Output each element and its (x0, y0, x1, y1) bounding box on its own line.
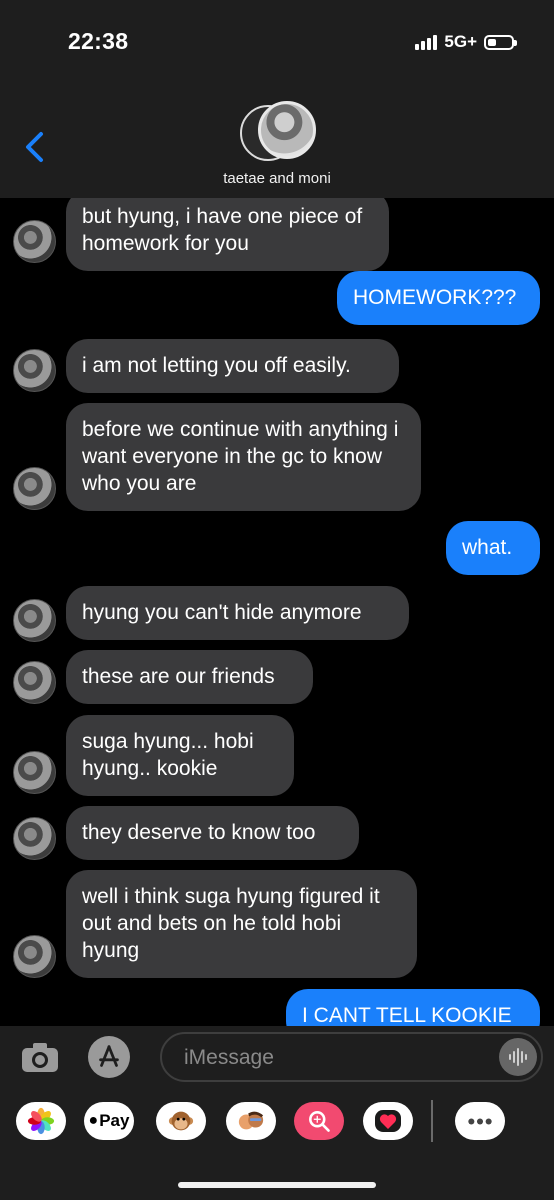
member-avatar (258, 101, 316, 159)
sender-avatar (13, 935, 56, 978)
photos-icon[interactable] (16, 1102, 66, 1140)
monkey-memoji-icon[interactable] (156, 1102, 206, 1140)
group-name[interactable]: taetae and moni (0, 170, 554, 187)
status-indicators: 5G+ (415, 32, 517, 52)
home-indicator[interactable] (178, 1182, 376, 1188)
incoming-message[interactable]: they deserve to know too (66, 806, 359, 860)
outgoing-message[interactable]: HOMEWORK??? (337, 271, 540, 325)
conversation-header: 22:38 5G+ taetae and moni (0, 0, 554, 198)
memoji-stickers-icon[interactable] (226, 1102, 276, 1140)
incoming-message[interactable]: suga hyung... hobi hyung.. kookie (66, 715, 294, 796)
sender-avatar (13, 220, 56, 263)
back-chevron-icon[interactable] (20, 128, 50, 166)
more-apps-icon[interactable] (455, 1102, 505, 1140)
sender-avatar (13, 599, 56, 642)
image-search-icon[interactable] (294, 1102, 344, 1140)
signal-icon (415, 34, 438, 50)
incoming-message[interactable]: well i think suga hyung figured it out a… (66, 870, 417, 978)
message-input[interactable]: iMessage (160, 1032, 543, 1082)
digital-touch-heart-icon[interactable] (363, 1102, 413, 1140)
sender-avatar (13, 467, 56, 510)
outgoing-message[interactable]: what. (446, 521, 540, 575)
sender-avatar (13, 661, 56, 704)
status-time: 22:38 (68, 28, 129, 54)
message-input-placeholder: iMessage (184, 1046, 274, 1069)
camera-icon[interactable] (20, 1040, 60, 1074)
incoming-message[interactable]: i am not letting you off easily. (66, 339, 399, 393)
network-type: 5G+ (444, 32, 477, 51)
incoming-message[interactable]: before we continue with anything i want … (66, 403, 421, 511)
app-store-icon[interactable] (88, 1036, 130, 1078)
sender-avatar (13, 817, 56, 860)
sender-avatar (13, 349, 56, 392)
sender-avatar (13, 751, 56, 794)
app-drawer: ● Pay (0, 1092, 554, 1200)
drawer-divider (431, 1100, 433, 1142)
apple-pay-icon[interactable]: ● Pay (84, 1102, 134, 1140)
incoming-message[interactable]: these are our friends (66, 650, 313, 704)
group-avatar[interactable] (240, 101, 316, 163)
battery-icon (484, 34, 517, 50)
message-list[interactable]: but hyung, i have one piece of homework … (0, 198, 554, 1026)
incoming-message[interactable]: hyung you can't hide anymore (66, 586, 409, 640)
audio-waveform-icon[interactable] (499, 1038, 537, 1076)
incoming-message[interactable]: but hyung, i have one piece of homework … (66, 198, 389, 271)
apple-pay-label: Pay (99, 1111, 130, 1130)
compose-bar: iMessage (0, 1026, 554, 1092)
outgoing-message[interactable]: I CANT TELL KOOKIE (286, 989, 540, 1026)
